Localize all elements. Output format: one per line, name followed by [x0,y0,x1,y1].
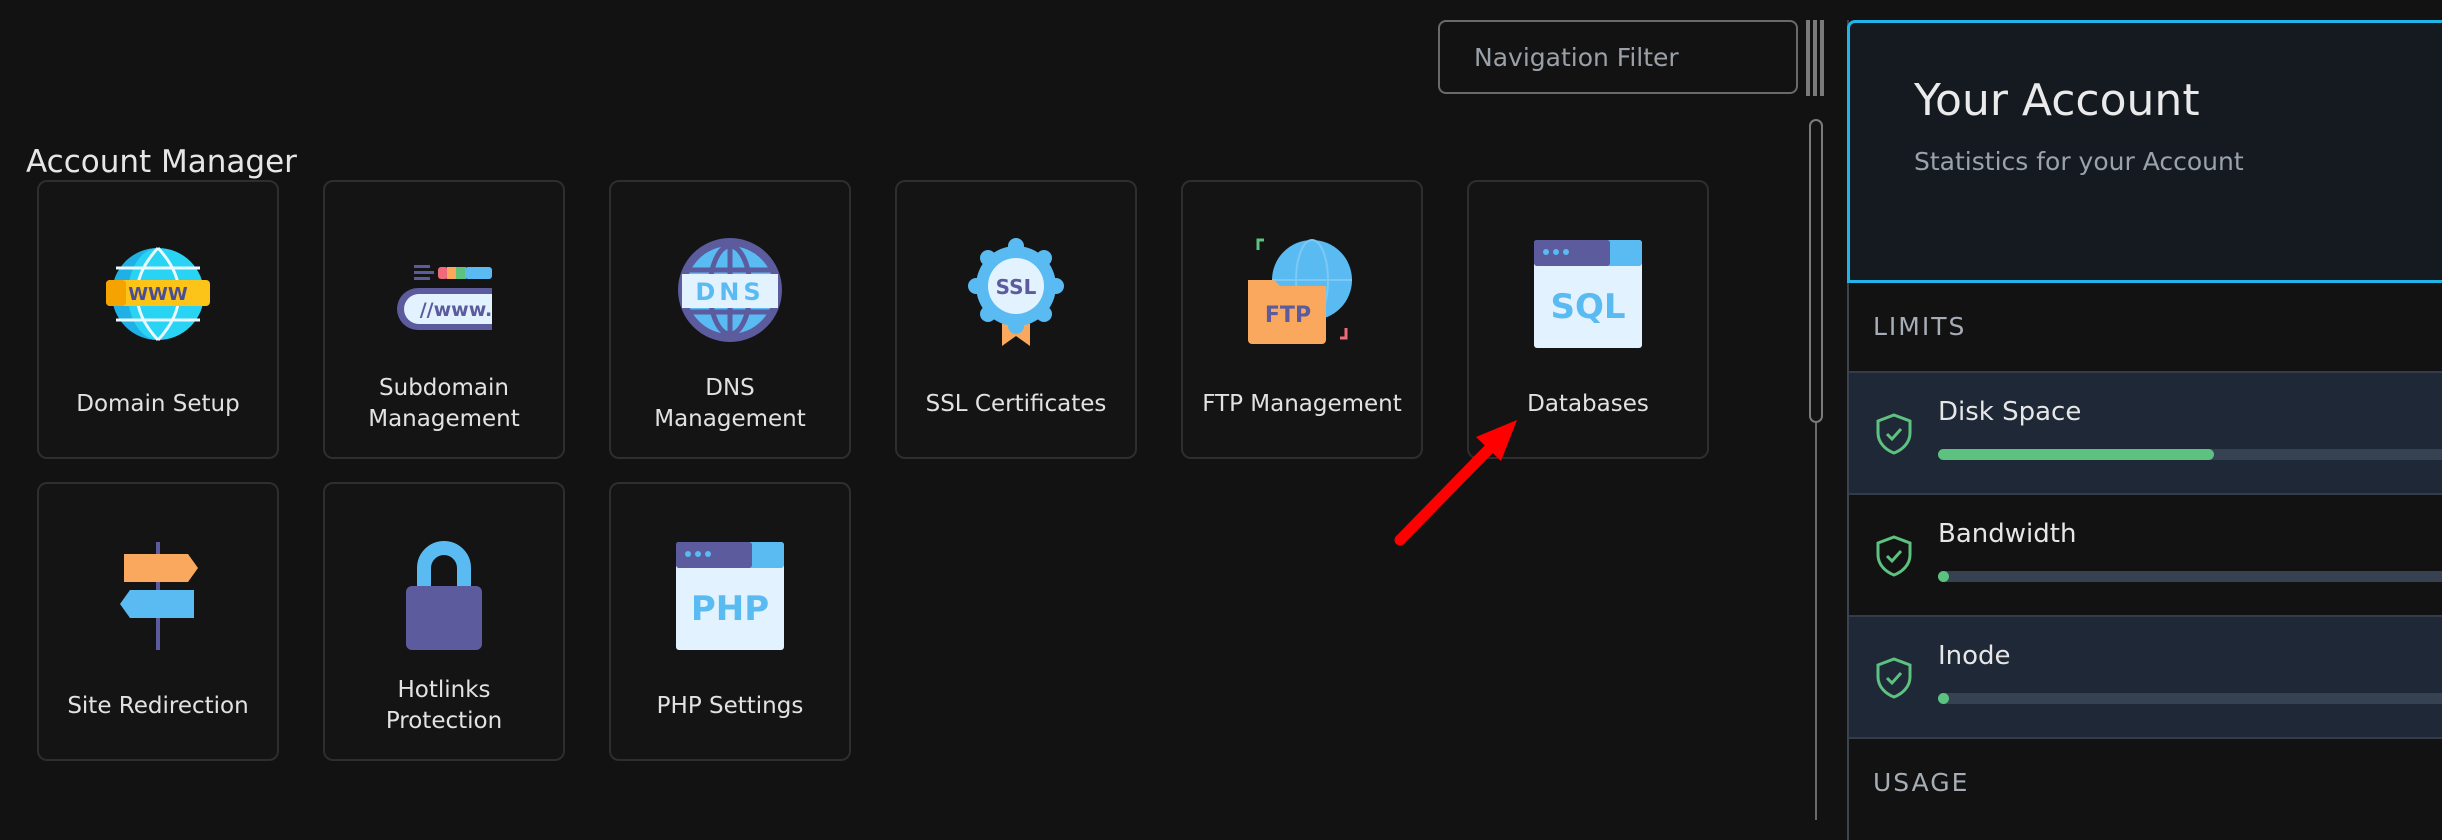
card-hotlinks-protection[interactable]: Hotlinks Protection [323,482,565,761]
svg-text:SQL: SQL [1550,287,1625,327]
section-title: Account Manager [26,143,297,180]
resize-handle-bar[interactable] [1806,20,1810,96]
padlock-icon [406,541,482,650]
card-dns-management[interactable]: DNS DNS Management [609,180,851,459]
shield-check-icon [1876,657,1912,699]
progress-track [1938,571,2442,582]
navigation-filter[interactable] [1438,20,1798,94]
card-label: DNS Management [654,375,806,432]
dns-globe-icon: DNS [678,238,782,342]
account-panel-title: Your Account [1914,75,2200,126]
card-label: PHP Settings [656,692,804,719]
svg-text:SSL: SSL [996,275,1037,299]
svg-text://www.: //www. [420,299,493,321]
limit-row-inode[interactable]: Inode [1849,615,2442,737]
card-databases[interactable]: SQL Databases [1467,180,1709,459]
account-panel: Your Account Statistics for your Account… [1847,20,2442,840]
limit-label: Disk Space [1938,397,2082,427]
ssl-badge-icon: SSL [968,238,1064,346]
progress-fill [1938,449,2215,460]
card-label: SSL Certificates [925,390,1107,417]
usage-heading: USAGE [1873,768,1970,797]
card-domain-setup[interactable]: WWW Domain Setup [37,180,279,459]
progress-track [1938,449,2442,460]
url-bar-icon: //www. [397,265,493,330]
svg-text:DNS: DNS [695,278,764,306]
card-subdomain-management[interactable]: //www. Subdomain Management [323,180,565,459]
card-label: Hotlinks Protection [385,677,503,734]
card-label: Site Redirection [67,692,249,719]
shield-check-icon [1876,535,1912,577]
account-panel-header: Your Account Statistics for your Account [1847,20,2442,283]
svg-text:WWW: WWW [128,284,188,305]
card-label: Domain Setup [76,390,240,417]
card-php-settings[interactable]: PHP PHP Settings [609,482,851,761]
limit-label: Bandwidth [1938,519,2077,549]
svg-text:PHP: PHP [691,589,769,629]
card-site-redirection[interactable]: Site Redirection [37,482,279,761]
progress-track [1938,693,2442,704]
sql-window-icon: SQL [1534,240,1642,348]
account-panel-subtitle: Statistics for your Account [1914,147,2244,176]
progress-fill [1938,571,1949,582]
card-label: Databases [1527,390,1649,417]
card-ssl-certificates[interactable]: SSL SSL Certificates [895,180,1137,459]
signpost-icon [120,542,198,650]
php-window-icon: PHP [676,542,784,650]
card-ftp-management[interactable]: FTP FTP Management [1181,180,1423,459]
ftp-folder-icon: FTP [1248,238,1352,344]
scrollbar-thumb[interactable] [1809,119,1823,423]
svg-text:FTP: FTP [1265,303,1311,328]
navigation-filter-input[interactable] [1474,22,1796,92]
shield-check-icon [1876,413,1912,455]
limits-heading: LIMITS [1873,312,1967,341]
progress-fill [1938,693,1949,704]
resize-handle-bar[interactable] [1813,20,1817,96]
globe-www-icon: WWW [106,246,210,342]
limit-row-disk-space[interactable]: Disk Space [1849,371,2442,493]
limit-row-bandwidth[interactable]: Bandwidth [1849,493,2442,615]
card-label: FTP Management [1202,390,1402,417]
resize-handle-bar[interactable] [1820,20,1824,96]
divider [1849,737,2442,739]
card-label: Subdomain Management [368,375,520,432]
limit-label: Inode [1938,641,2011,671]
